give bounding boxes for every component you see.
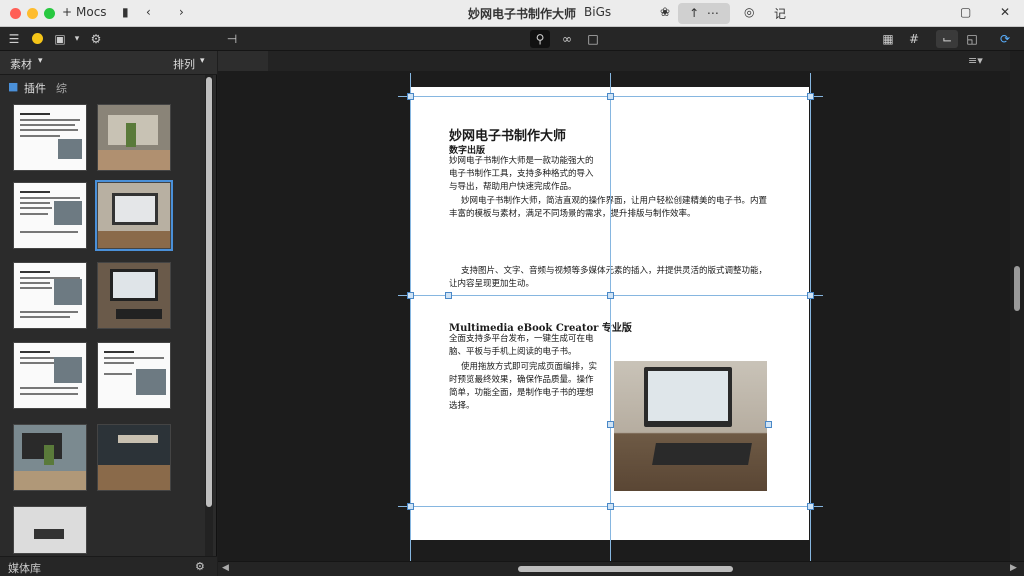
resize-handle[interactable] [407, 503, 414, 510]
guide-line [610, 73, 611, 561]
image-thumbnail[interactable] [13, 506, 87, 554]
section-body: 全面支持多平台发布，一键生成可在电脑、平板与手机上阅读的电子书。 [449, 334, 594, 357]
resize-handle[interactable] [445, 292, 452, 299]
more-icon: ⋯ [706, 6, 719, 20]
settings-icon[interactable]: ⚙ [88, 30, 104, 48]
resize-handle[interactable] [607, 503, 614, 510]
sort-button[interactable]: 排列 [173, 56, 195, 72]
folder-icon: ■ [8, 80, 19, 93]
image-thumbnail-selected[interactable] [95, 180, 173, 251]
image-thumbnail[interactable] [97, 424, 171, 491]
layout-label[interactable]: 记 [774, 5, 786, 22]
add-icon[interactable]: + [62, 5, 72, 19]
scroll-left-icon[interactable]: ◀ [222, 563, 229, 573]
pin-icon[interactable]: ❀ [660, 5, 670, 19]
monitor-image [644, 367, 732, 427]
resize-handle[interactable] [407, 93, 414, 100]
preview-icon[interactable]: ◎ [744, 5, 754, 19]
back-menu-label[interactable]: Mocs [76, 5, 107, 19]
resize-handle[interactable] [765, 421, 772, 428]
sidebar-footer: 媒体库 ⚙ [0, 556, 217, 576]
resize-handle[interactable] [807, 93, 814, 100]
arrow-up-icon: ↑ [689, 6, 700, 20]
canvas-horizontal-scrollbar[interactable]: ◀ ▶ [218, 561, 1024, 576]
comment-tool-icon[interactable]: □ [584, 30, 602, 48]
page-paragraph-2: 支持图片、文字、音频与视频等多媒体元素的插入，并提供灵活的版式调整功能，让内容呈… [449, 266, 768, 289]
page-title: 妙网电子书制作大师 [449, 129, 567, 144]
align-icon[interactable]: ⊣ [224, 30, 240, 48]
frame-icon[interactable]: ◱ [964, 30, 980, 48]
close-icon[interactable]: ✕ [1000, 5, 1010, 19]
grid-icon[interactable]: ▦ [880, 30, 896, 48]
resize-handle[interactable] [607, 292, 614, 299]
page-intro: 妙网电子书制作大师是一款功能强大的电子书制作工具，支持多种格式的导入与导出，帮助… [449, 156, 594, 192]
maximize-window-button[interactable] [44, 8, 55, 19]
sidebar-tab[interactable]: 素材 [10, 56, 32, 72]
page-photo[interactable] [614, 361, 767, 491]
folder-row[interactable]: ■ 插件 综 [0, 76, 200, 98]
image-thumbnail[interactable] [97, 104, 171, 171]
page-thumbnail[interactable] [13, 342, 87, 409]
resize-handle[interactable] [607, 421, 614, 428]
pointer-mode-button[interactable]: ↑ ⋯ [678, 3, 730, 24]
section-title: Multimedia eBook Creator 专业版 [449, 323, 632, 334]
menu-icon[interactable]: ☰ [6, 30, 22, 48]
view-options-icon[interactable]: ≡▾ [968, 54, 983, 67]
folder-label: 插件 [24, 82, 46, 95]
document-title-suffix: BiGs [584, 5, 612, 19]
window-titlebar: + Mocs ▮ ‹ › 妙网电子书制作大师 BiGs ❀ ↑ ⋯ ◎ 记 ▢ … [0, 0, 1024, 27]
chevron-down-icon[interactable]: ▾ [38, 56, 43, 66]
chevron-right-icon[interactable]: › [179, 5, 184, 19]
scroll-right-icon[interactable]: ▶ [1010, 563, 1017, 573]
status-dot-icon[interactable] [30, 30, 44, 48]
folder-sub-label: 综 [56, 82, 67, 95]
document-title: 妙网电子书制作大师 [468, 7, 577, 21]
resize-handle[interactable] [807, 292, 814, 299]
sidebar-toggle-icon[interactable]: ▮ [122, 5, 129, 19]
media-library-label[interactable]: 媒体库 [8, 560, 41, 576]
resize-handle[interactable] [607, 93, 614, 100]
chevron-down-icon[interactable]: ▾ [72, 30, 82, 48]
close-window-button[interactable] [10, 8, 21, 19]
chevron-down-icon[interactable]: ▾ [200, 56, 205, 66]
canvas-tab[interactable] [218, 51, 268, 71]
horizontal-scroll-knob[interactable] [518, 566, 733, 572]
resize-handle[interactable] [407, 292, 414, 299]
guide-line [410, 73, 411, 561]
vertical-scroll-knob[interactable] [1014, 266, 1020, 311]
sidebar-header: 素材 ▾ 排列 ▾ [0, 51, 217, 75]
keyboard-image [652, 443, 752, 465]
chevron-left-icon[interactable]: ‹ [146, 5, 151, 19]
hash-icon[interactable]: # [906, 30, 922, 48]
crop-icon[interactable]: ⌙ [936, 30, 958, 48]
page-thumbnail[interactable] [13, 104, 87, 171]
gear-icon[interactable]: ⚙ [195, 560, 205, 573]
image-thumbnail[interactable] [97, 262, 171, 329]
page-thumbnail[interactable] [97, 342, 171, 409]
page-thumbnail[interactable] [13, 262, 87, 329]
main-toolbar: ☰ ▣ ▾ ⚙ ⊣ ⚲ ∞ □ ▦ # ⌙ ◱ ⟳ [0, 27, 1024, 51]
page-thumbnail[interactable] [13, 182, 87, 249]
sidebar-scroll-knob[interactable] [206, 77, 212, 507]
canvas-tabstrip: ≡▾ [218, 51, 1024, 71]
image-icon[interactable]: ▣ [52, 30, 68, 48]
fullscreen-icon[interactable]: ▢ [960, 5, 971, 19]
minimize-window-button[interactable] [27, 8, 38, 19]
zoom-tool-icon[interactable]: ⚲ [530, 30, 550, 48]
page-paragraph-3: 使用拖放方式即可完成页面编排，实时预览最终效果，确保作品质量。操作简单，功能全面… [449, 362, 598, 411]
canvas-vertical-scrollbar[interactable] [1010, 51, 1024, 561]
image-thumbnail[interactable] [13, 424, 87, 491]
page-paragraph-1: 妙网电子书制作大师，简洁直观的操作界面，让用户轻松创建精美的电子书。内置丰富的模… [449, 196, 768, 219]
editor-canvas[interactable]: ≡▾ 妙网电子书制作大师 数字出版 妙网电子书制作大师是一款功能强大的电子书制作… [218, 51, 1024, 576]
asset-sidebar: 素材 ▾ 排列 ▾ ■ 插件 综 媒体库 ⚙ [0, 51, 217, 576]
sync-icon[interactable]: ⟳ [996, 30, 1014, 48]
guide-line [810, 73, 811, 561]
link-tool-icon[interactable]: ∞ [558, 30, 576, 48]
sidebar-scrollbar[interactable] [205, 75, 213, 565]
resize-handle[interactable] [807, 503, 814, 510]
